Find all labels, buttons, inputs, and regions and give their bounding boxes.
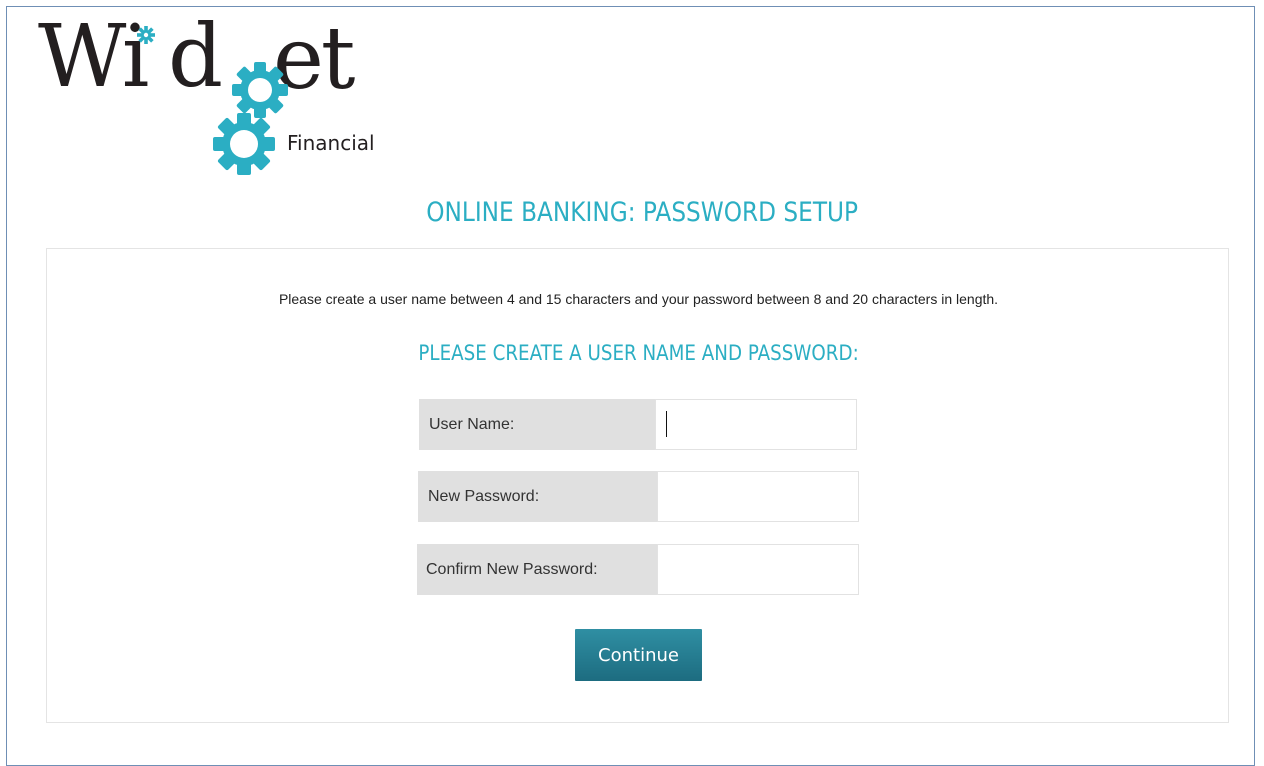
username-row: User Name: bbox=[419, 399, 857, 450]
confirm-password-label: Confirm New Password: bbox=[417, 544, 657, 595]
instructions-text: Please create a user name between 4 and … bbox=[278, 291, 999, 307]
confirm-password-row: Confirm New Password: bbox=[417, 544, 859, 595]
gear-icon bbox=[137, 26, 288, 175]
confirm-password-input[interactable] bbox=[657, 544, 859, 595]
new-password-row: New Password: bbox=[418, 471, 859, 522]
username-input[interactable] bbox=[655, 399, 857, 450]
widget-financial-logo: Wi d et Financial bbox=[38, 12, 398, 182]
page-title: ONLINE BANKING: PASSWORD SETUP bbox=[426, 197, 859, 228]
password-setup-panel: Please create a user name between 4 and … bbox=[46, 248, 1229, 723]
section-title: PLEASE CREATE A USER NAME AND PASSWORD: bbox=[418, 341, 859, 365]
text-cursor bbox=[666, 411, 667, 437]
logo-subtitle: Financial bbox=[287, 131, 375, 155]
new-password-label: New Password: bbox=[418, 471, 657, 522]
username-label: User Name: bbox=[419, 399, 655, 450]
continue-button[interactable]: Continue bbox=[575, 629, 702, 681]
new-password-input[interactable] bbox=[657, 471, 859, 522]
